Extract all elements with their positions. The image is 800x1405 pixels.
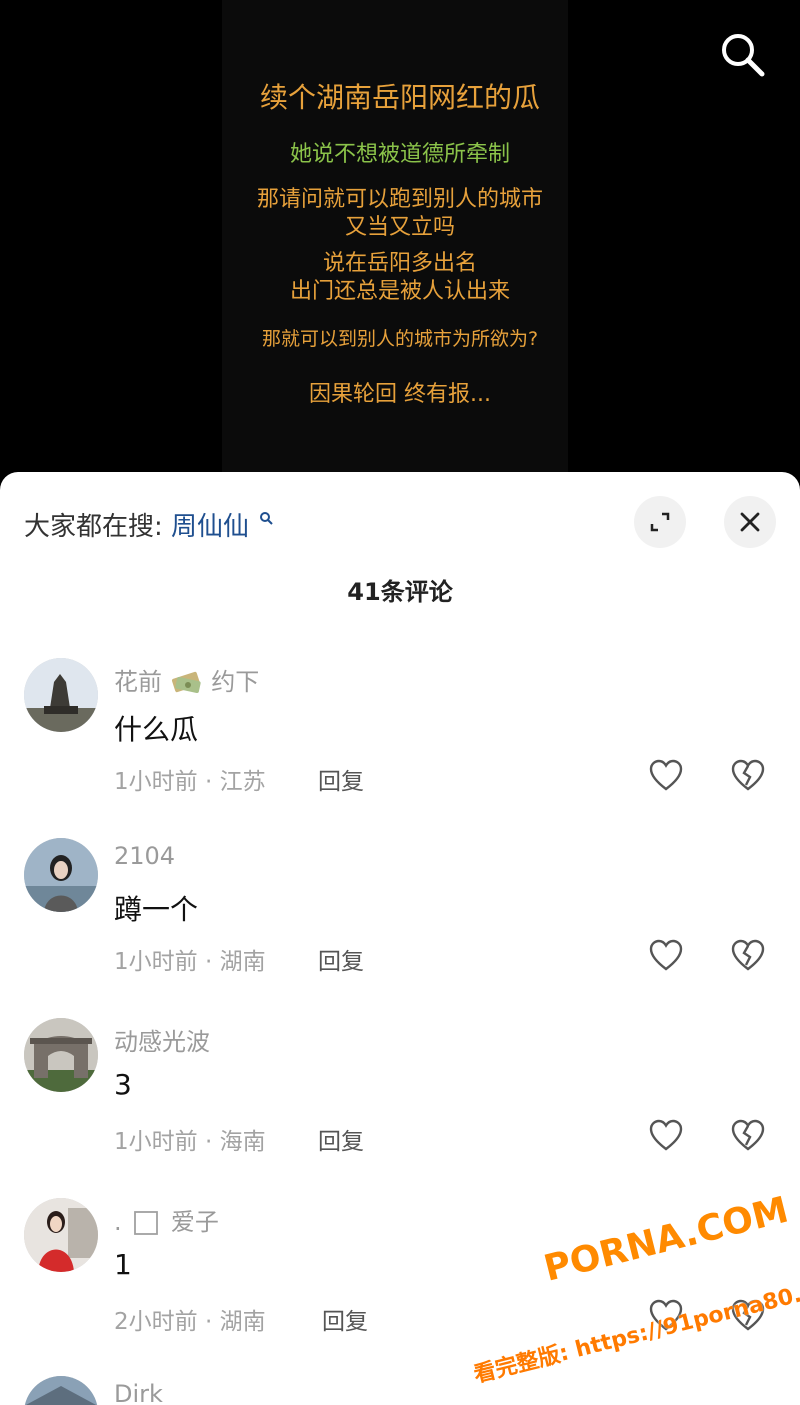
video-caption-2: 她说不想被道德所牵制 [289,142,510,167]
close-button[interactable] [724,496,776,548]
search-icon [722,34,765,77]
avatar-image [24,838,98,912]
heart-icon[interactable] [648,938,684,974]
reply-button[interactable]: 回复 [318,942,364,976]
avatar-image [24,1198,98,1272]
avatar-image [24,1376,98,1405]
video-caption-3a: 那请问就可以跑到别人的城市 [256,187,543,212]
comment-item: 花前 约下 什么瓜 1小时前 · 江苏 回复 [0,658,800,838]
comment-text: 蹲一个 [114,893,199,926]
comment-text: 什么瓜 [114,713,199,746]
search-icon [260,512,274,525]
username-part: 花前 [114,668,162,696]
username-part: . [114,1208,122,1236]
broken-heart-icon[interactable] [730,938,766,974]
video-caption-4b: 出门还总是被人认出来 [289,279,510,304]
avatar[interactable] [24,1376,98,1405]
video-player[interactable]: 续个湖南岳阳网红的瓜 她说不想被道德所牵制 那请问就可以跑到别人的城市 又当又立… [0,0,800,480]
reply-button[interactable]: 回复 [318,1122,364,1156]
heart-icon[interactable] [648,1298,684,1334]
comment-count: 41条评论 [347,578,453,606]
avatar-image [24,658,98,732]
video-caption-1: 续个湖南岳阳网红的瓜 [259,81,540,114]
username[interactable]: Dirk [114,1380,163,1405]
comment-text: 1 [114,1248,132,1281]
broken-heart-icon[interactable] [730,758,766,794]
broken-heart-icon[interactable] [730,1118,766,1154]
avatar[interactable] [24,1198,98,1272]
comment-meta: 1小时前 · 湖南 [114,949,266,975]
expand-icon [650,512,670,532]
avatar-image [24,1018,98,1092]
username[interactable]: . 爱子 [114,1202,219,1238]
video-caption-3b: 又当又立吗 [344,215,455,240]
search-button[interactable] [716,28,768,80]
username[interactable]: 动感光波 [114,1022,210,1057]
heart-icon[interactable] [648,758,684,794]
username[interactable]: 花前 约下 [114,662,259,697]
video-caption-5: 那就可以到别人的城市为所欲为? [261,328,539,350]
comment-meta: 2小时前 · 湖南 [114,1309,266,1335]
username-part: 爱子 [170,1208,219,1236]
avatar[interactable] [24,838,98,912]
comment-meta: 1小时前 · 海南 [114,1129,266,1155]
reply-button[interactable]: 回复 [318,762,364,796]
reply-button[interactable]: 回复 [322,1302,368,1336]
video-caption-3: 那请问就可以跑到别人的城市 又当又立吗 [0,186,800,242]
comment-item: Dirk [0,1376,800,1405]
hot-search-label: 大家都在搜: [24,512,163,542]
checkbox-icon [134,1211,159,1235]
heart-icon[interactable] [648,1118,684,1154]
video-caption-4a: 说在岳阳多出名 [322,251,477,276]
comment-item: 动感光波 3 1小时前 · 海南 回复 [0,1018,800,1198]
comment-item: 2104 蹲一个 1小时前 · 湖南 回复 [0,838,800,1018]
comment-meta: 1小时前 · 江苏 [114,769,266,795]
comment-item: . 爱子 1 2小时前 · 湖南 回复 [0,1198,800,1378]
video-caption-4: 说在岳阳多出名 出门还总是被人认出来 [0,250,800,306]
video-caption-6: 因果轮回 终有报... [309,382,491,407]
comment-text: 3 [114,1068,132,1101]
username-part: 约下 [211,668,260,696]
expand-button[interactable] [634,496,686,548]
money-icon [171,671,201,693]
hot-search-bar[interactable]: 大家都在搜: 周仙仙 [24,506,274,543]
hot-search-term[interactable]: 周仙仙 [171,512,249,542]
comment-sheet: 大家都在搜: 周仙仙 41条评论 花前 约下 什么瓜 1小时前 · 江苏 回复 … [0,472,800,1405]
avatar[interactable] [24,1018,98,1092]
close-icon [740,512,760,532]
avatar[interactable] [24,658,98,732]
username[interactable]: 2104 [114,842,175,870]
broken-heart-icon[interactable] [730,1298,766,1334]
